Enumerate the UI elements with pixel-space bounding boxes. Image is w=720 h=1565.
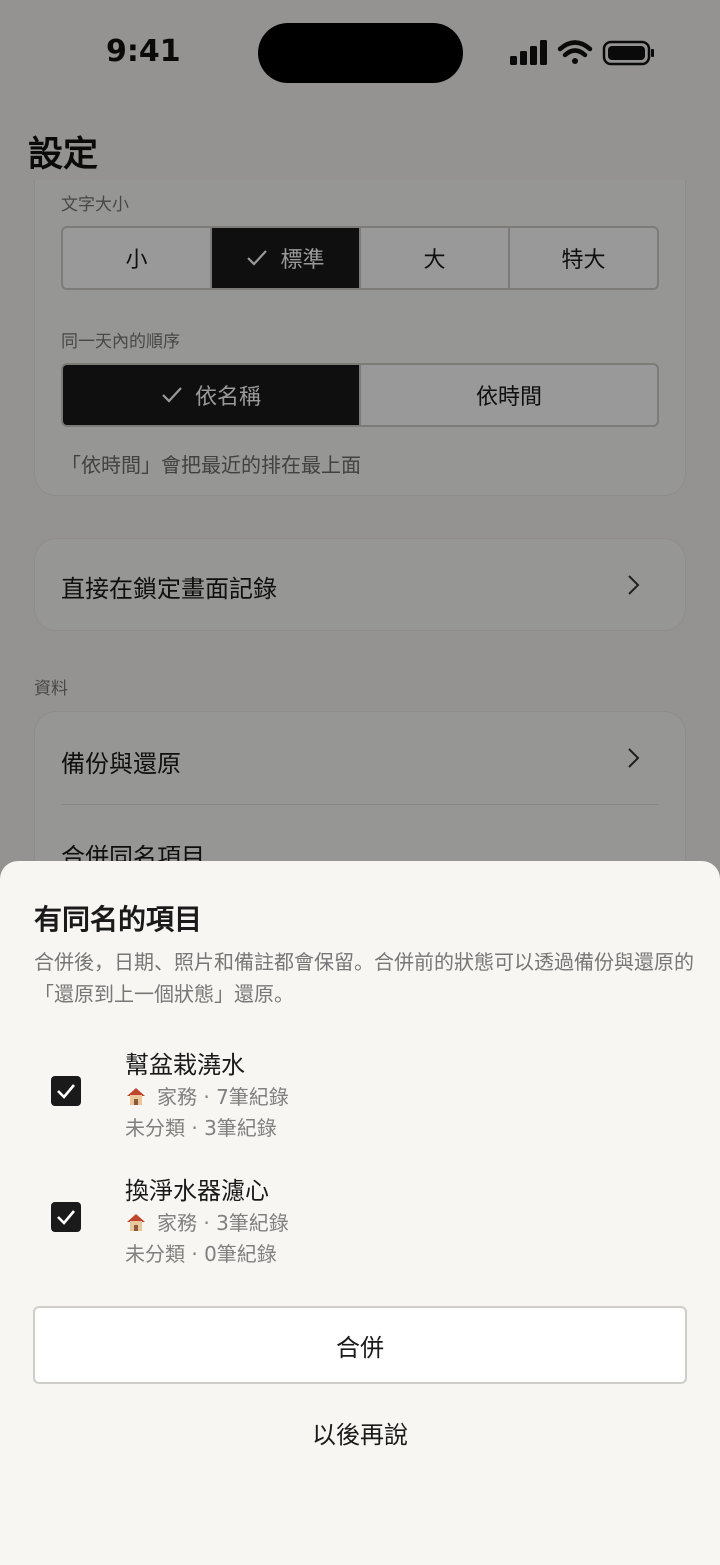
- item-uncategorized-line: 未分類 · 3筆紀錄: [125, 1116, 277, 1140]
- item-name: 換淨水器濾心: [125, 1177, 269, 1205]
- item-category-text: 家務 · 7筆紀錄: [157, 1085, 289, 1109]
- item-category-line: 家務 · 3筆紀錄: [125, 1207, 289, 1236]
- merge-sheet: 有同名的項目 合併後，日期、照片和備註都會保留。合併前的狀態可以透過備份與還原的…: [0, 861, 720, 1565]
- house-icon: [127, 1213, 145, 1231]
- item-category-line: 家務 · 7筆紀錄: [125, 1081, 289, 1110]
- checkmark-icon: [57, 1210, 75, 1225]
- item-uncategorized-line: 未分類 · 0筆紀錄: [125, 1242, 277, 1266]
- item-name: 幫盆栽澆水: [125, 1051, 245, 1079]
- item-checkbox[interactable]: [51, 1076, 81, 1106]
- item-checkbox[interactable]: [51, 1202, 81, 1232]
- sheet-description: 合併後，日期、照片和備註都會保留。合併前的狀態可以透過備份與還原的「還原到上一個…: [34, 950, 694, 1006]
- later-button[interactable]: 以後再說: [260, 1411, 460, 1453]
- house-icon: [127, 1087, 145, 1105]
- sheet-title: 有同名的項目: [34, 903, 203, 936]
- item-category-text: 家務 · 3筆紀錄: [157, 1211, 289, 1235]
- checkmark-icon: [57, 1084, 75, 1099]
- merge-button[interactable]: 合併: [33, 1306, 687, 1384]
- list-item: 幫盆栽澆水 家務 · 7筆紀錄 未分類 · 3筆紀錄: [0, 1045, 720, 1155]
- list-item: 換淨水器濾心 家務 · 3筆紀錄 未分類 · 0筆紀錄: [0, 1171, 720, 1281]
